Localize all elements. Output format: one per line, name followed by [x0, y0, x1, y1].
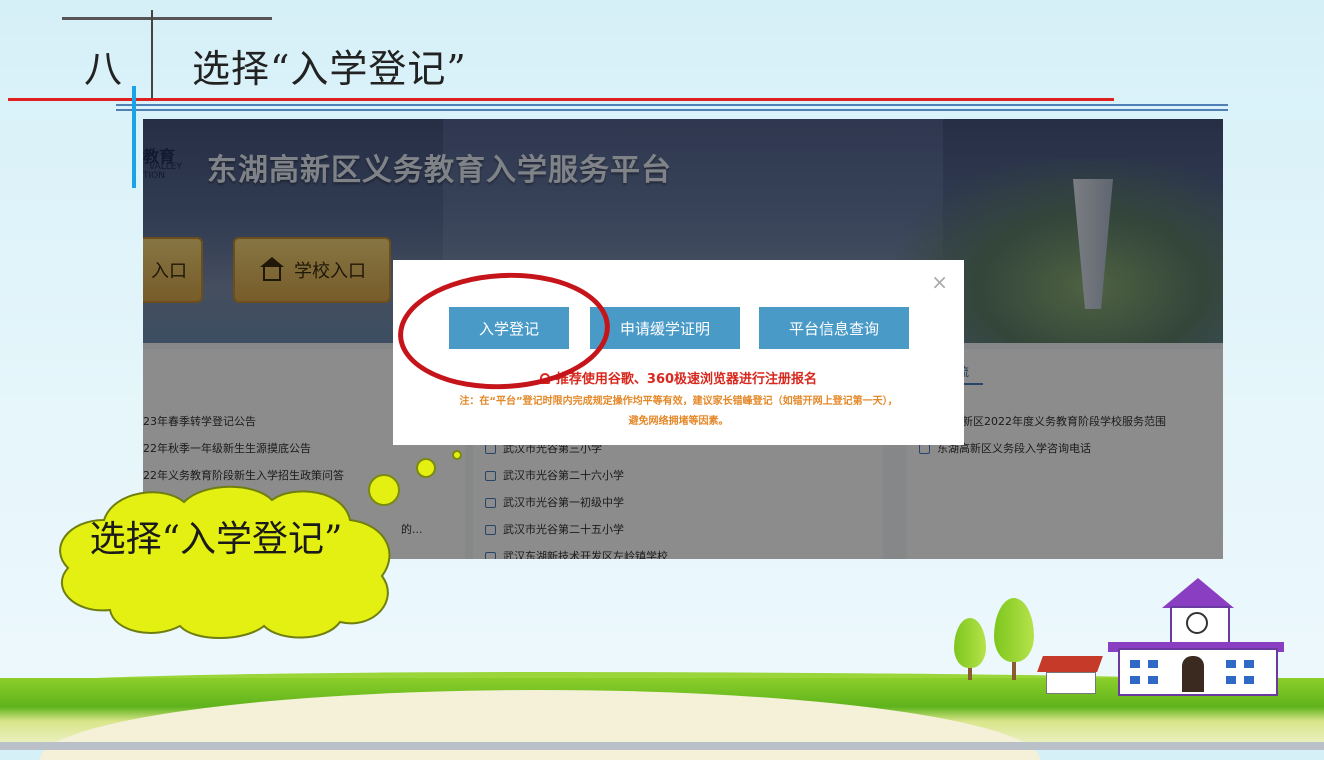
bubble-dot-small: [452, 450, 462, 460]
note-line-2: 避免网络拥堵等因素。: [628, 416, 729, 427]
deferral-certificate-button[interactable]: 申请缓学证明: [590, 307, 740, 349]
heading-top-line: [62, 17, 272, 20]
school-window: [1148, 660, 1158, 668]
note-line-1: 注：在“平台”登记时限内完成规定操作均平等有效，建议家长错峰登记（如错开网上登记…: [459, 396, 898, 407]
clock-icon: [1186, 612, 1208, 634]
accent-bar: [132, 86, 136, 188]
section-number: 八: [84, 47, 123, 91]
modal-note: 注：在“平台”登记时限内完成规定操作均平等有效，建议家长错峰登记（如错开网上登记…: [407, 392, 950, 432]
tree: [954, 618, 986, 668]
hut: [1046, 672, 1096, 694]
bubble-dot-medium: [416, 458, 436, 478]
blue-rule-2: [116, 109, 1228, 111]
hut-roof: [1037, 656, 1103, 672]
bottom-strip: [0, 742, 1324, 750]
school-window: [1226, 660, 1236, 668]
red-rule: [8, 98, 1114, 101]
school-window: [1226, 676, 1236, 684]
school-window: [1244, 676, 1254, 684]
tree: [994, 598, 1034, 662]
school-roof: [1162, 578, 1234, 608]
platform-query-button[interactable]: 平台信息查询: [759, 307, 909, 349]
school-window: [1244, 660, 1254, 668]
school-window: [1148, 676, 1158, 684]
close-icon[interactable]: ×: [931, 270, 948, 294]
school-window: [1130, 660, 1140, 668]
school-door: [1182, 656, 1204, 692]
slide-title: 选择“入学登记”: [192, 47, 467, 91]
heading-divider: [151, 10, 153, 100]
recommend-text: 推荐使用谷歌、360极速浏览器进行注册报名: [555, 372, 818, 387]
bubble-text: 选择“入学登记”: [89, 519, 343, 560]
school-window: [1130, 676, 1140, 684]
blue-rule-1: [116, 104, 1228, 106]
